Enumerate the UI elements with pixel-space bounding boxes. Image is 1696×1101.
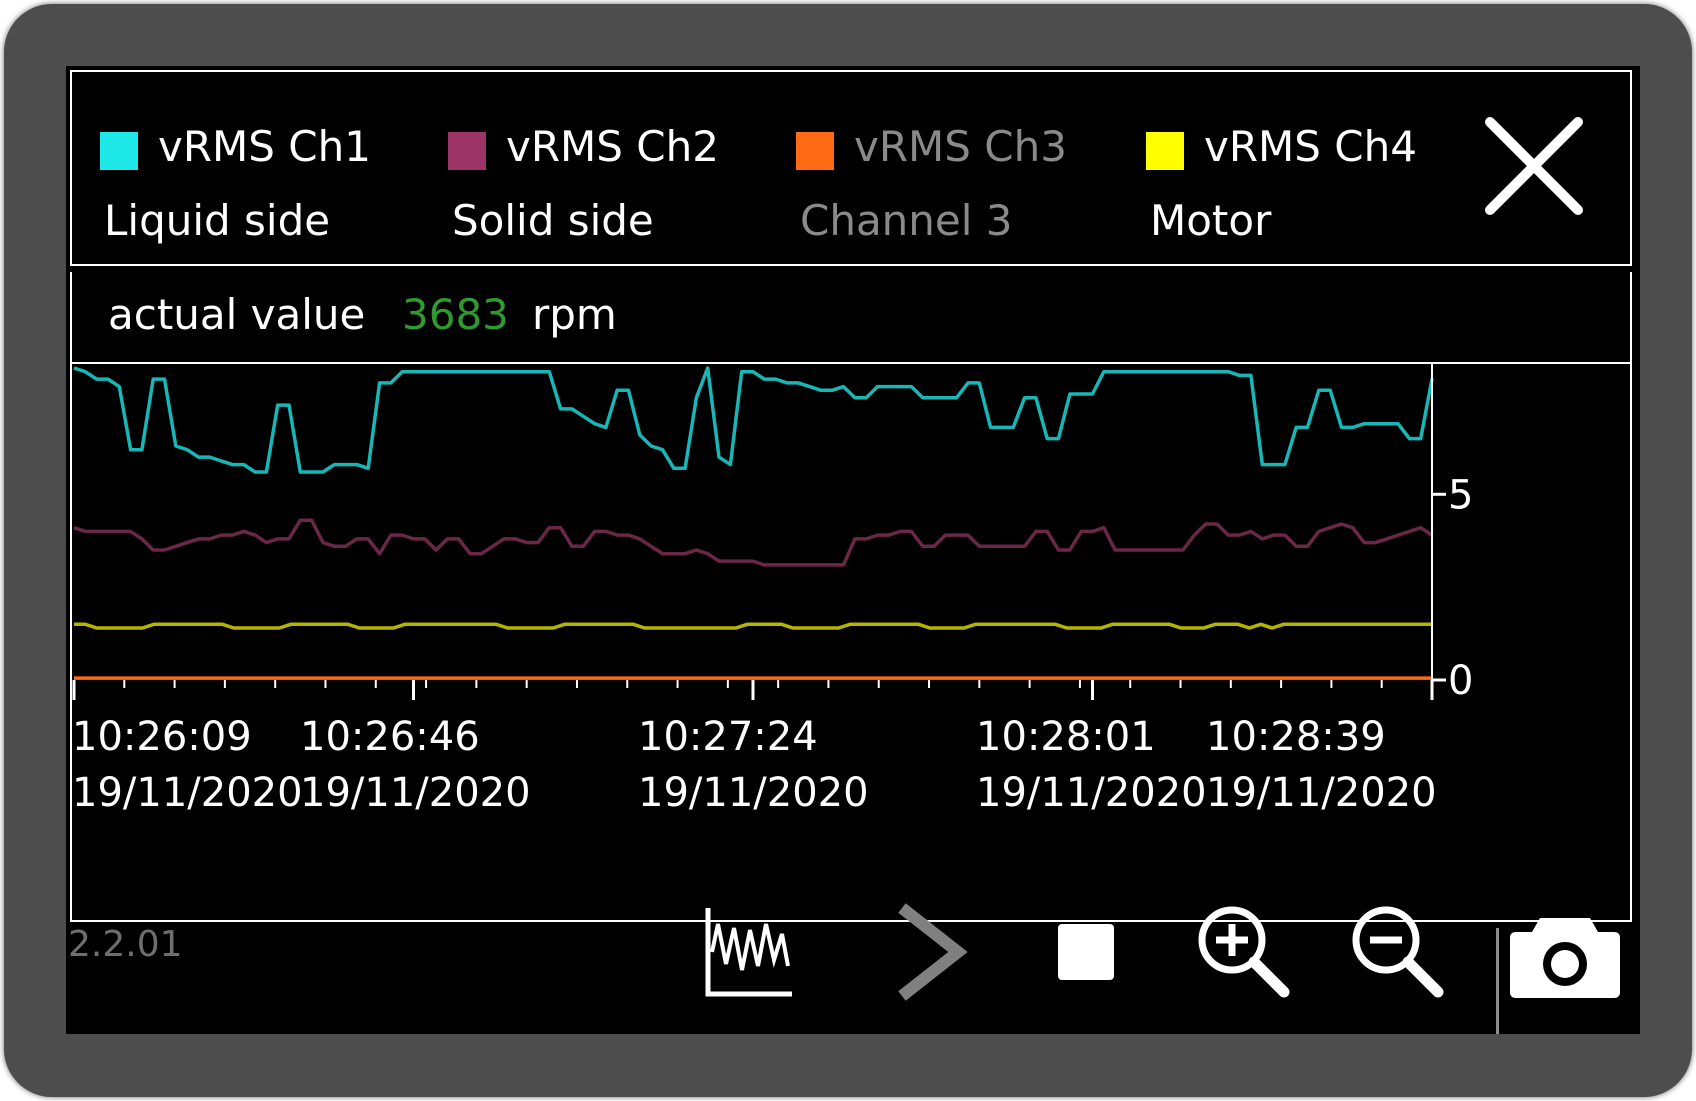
legend-panel: vRMS Ch1 Liquid side vRMS Ch2 Solid side…: [70, 70, 1632, 266]
screenshot-button[interactable]: [1506, 908, 1624, 1004]
series-line-vrms-ch2: [73, 518, 1433, 567]
legend-swatch-ch4: [1146, 132, 1184, 170]
toolbar-divider: [1496, 928, 1499, 1034]
legend-sub-ch3: Channel 3: [800, 196, 1013, 245]
zoom-in-button[interactable]: [1194, 902, 1294, 1002]
legend-sub-ch4: Motor: [1150, 196, 1272, 245]
legend-sub-ch2: Solid side: [452, 196, 654, 245]
x-tick-date: 19/11/2020: [1206, 770, 1437, 816]
legend-swatch-ch2: [448, 132, 486, 170]
x-tick-time: 10:28:01: [976, 714, 1156, 760]
x-tick-time: 10:26:46: [300, 714, 480, 760]
trend-chart-svg: 5 0 10:26:09 19/11/2020 10:26:46 19/11/2020 10…: [72, 364, 1473, 816]
legend-swatch-ch3: [796, 132, 834, 170]
x-tick-date: 19/11/2020: [72, 770, 303, 816]
camera-icon: [1510, 918, 1620, 998]
actual-value-label: actual value: [108, 290, 366, 339]
actual-value-unit: rpm: [532, 290, 617, 339]
legend-name-ch4: vRMS Ch4: [1204, 122, 1417, 171]
legend-name-ch3: vRMS Ch3: [854, 122, 1067, 171]
x-tick-time: 10:26:09: [72, 714, 252, 760]
x-tick-time: 10:28:39: [1206, 714, 1386, 760]
x-tick-date: 19/11/2020: [976, 770, 1207, 816]
x-tick-date: 19/11/2020: [300, 770, 531, 816]
legend-sub-ch1: Liquid side: [104, 196, 331, 245]
close-icon: [1485, 117, 1583, 215]
waveform-chart-icon: [705, 908, 792, 997]
stop-button[interactable]: [1056, 922, 1116, 982]
chevron-right-icon: [898, 903, 968, 1001]
trend-chart[interactable]: 5 0 10:26:09 19/11/2020 10:26:46 19/11/2020 10…: [70, 364, 1632, 922]
screen: vRMS Ch1 Liquid side vRMS Ch2 Solid side…: [66, 66, 1640, 1034]
actual-value-panel: actual value 3683 rpm: [70, 272, 1632, 364]
series-line-vrms-ch4: [74, 622, 1432, 630]
legend-name-ch1: vRMS Ch1: [158, 122, 371, 171]
series-line-vrms-ch1: [73, 366, 1434, 474]
stop-icon: [1058, 924, 1114, 980]
y-tick-label: 0: [1448, 658, 1473, 704]
zoom-out-icon: [1352, 906, 1444, 998]
device-frame: vRMS Ch1 Liquid side vRMS Ch2 Solid side…: [4, 4, 1692, 1097]
close-button[interactable]: [1482, 114, 1586, 218]
chart-mode-button[interactable]: [702, 904, 798, 1000]
version-label: 2.2.01: [68, 924, 183, 965]
x-tick-time: 10:27:24: [638, 714, 818, 760]
y-tick-label: 5: [1448, 472, 1473, 518]
zoom-out-button[interactable]: [1348, 902, 1448, 1002]
actual-value-number: 3683: [402, 290, 509, 339]
x-tick-date: 19/11/2020: [638, 770, 869, 816]
legend-swatch-ch1: [100, 132, 138, 170]
legend-name-ch2: vRMS Ch2: [506, 122, 719, 171]
play-button[interactable]: [892, 902, 972, 1002]
zoom-in-icon: [1198, 906, 1290, 998]
